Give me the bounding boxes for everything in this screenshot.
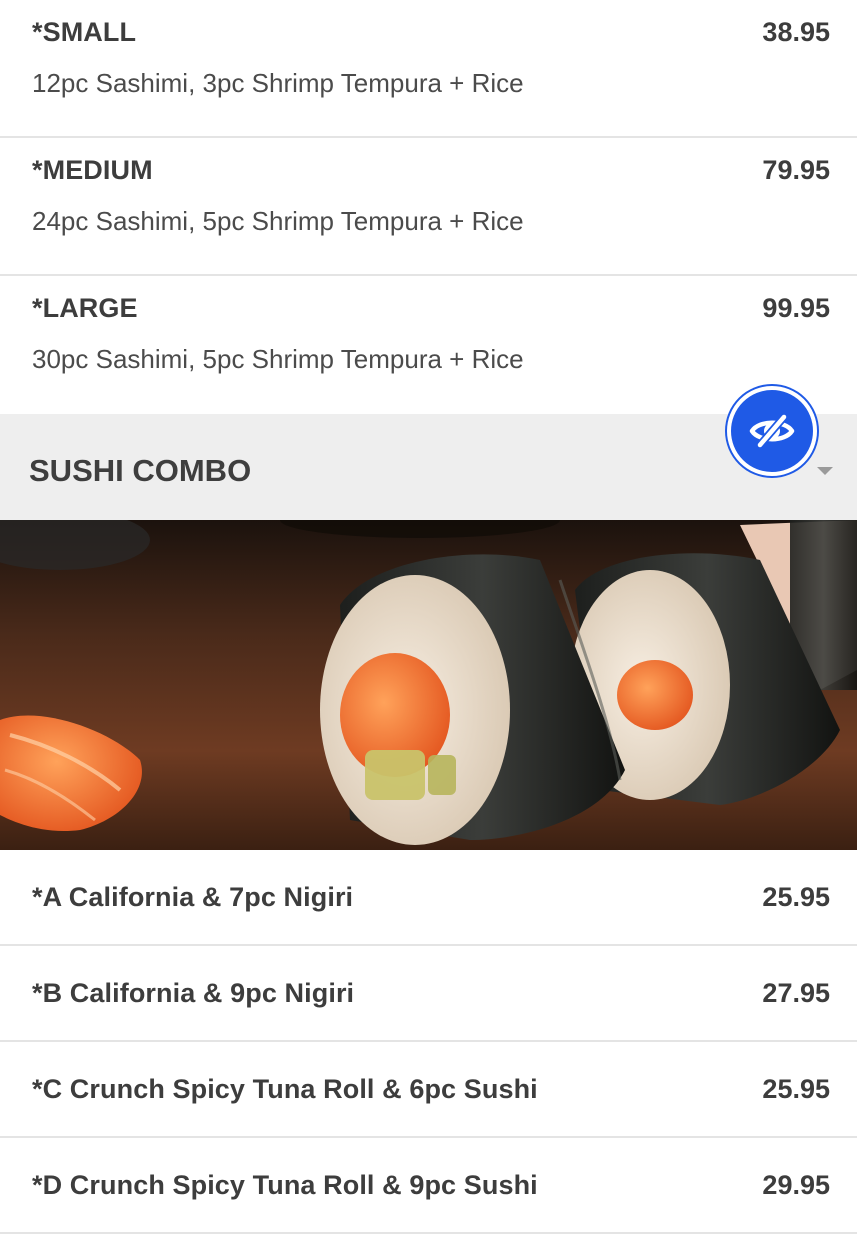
- item-name: *SMALL: [32, 17, 137, 47]
- item-price: 27.95: [762, 977, 830, 1008]
- combo-list: *A California & 7pc Nigiri 25.95 *B Cali…: [0, 850, 857, 1234]
- item-name: *A California & 7pc Nigiri: [32, 881, 354, 912]
- menu-item-combo-c[interactable]: *C Crunch Spicy Tuna Roll & 6pc Sushi 25…: [0, 1042, 857, 1138]
- menu-item-large[interactable]: *LARGE 99.95 30pc Sashimi, 5pc Shrimp Te…: [0, 276, 857, 414]
- menu-item-combo-b[interactable]: *B California & 9pc Nigiri 27.95: [0, 946, 857, 1042]
- section-title: SUSHI COMBO: [29, 453, 252, 488]
- item-description: 24pc Sashimi, 5pc Shrimp Tempura + Rice: [32, 206, 524, 236]
- item-name: *MEDIUM: [32, 155, 153, 185]
- menu-item-combo-a[interactable]: *A California & 7pc Nigiri 25.95: [0, 850, 857, 946]
- accessibility-button[interactable]: [727, 386, 817, 476]
- menu-item-medium[interactable]: *MEDIUM 79.95 24pc Sashimi, 5pc Shrimp T…: [0, 138, 857, 276]
- item-price: 25.95: [762, 1073, 830, 1104]
- item-name: *C Crunch Spicy Tuna Roll & 6pc Sushi: [32, 1073, 538, 1104]
- caret-down-icon[interactable]: [817, 467, 833, 475]
- item-name: *D Crunch Spicy Tuna Roll & 9pc Sushi: [32, 1169, 538, 1200]
- sushi-combo-photo: [0, 520, 857, 850]
- item-name: *LARGE: [32, 293, 138, 323]
- item-price: 99.95: [762, 293, 830, 323]
- item-price: 25.95: [762, 881, 830, 912]
- eye-slash-icon: [749, 414, 795, 448]
- platter-list: *SMALL 38.95 12pc Sashimi, 3pc Shrimp Te…: [0, 0, 857, 414]
- item-price: 79.95: [762, 155, 830, 185]
- menu-item-combo-d[interactable]: *D Crunch Spicy Tuna Roll & 9pc Sushi 29…: [0, 1138, 857, 1234]
- item-price: 38.95: [762, 17, 830, 47]
- item-description: 12pc Sashimi, 3pc Shrimp Tempura + Rice: [32, 68, 524, 98]
- item-description: 30pc Sashimi, 5pc Shrimp Tempura + Rice: [32, 344, 524, 374]
- item-name: *B California & 9pc Nigiri: [32, 977, 355, 1008]
- menu-item-small[interactable]: *SMALL 38.95 12pc Sashimi, 3pc Shrimp Te…: [0, 0, 857, 138]
- item-price: 29.95: [762, 1169, 830, 1200]
